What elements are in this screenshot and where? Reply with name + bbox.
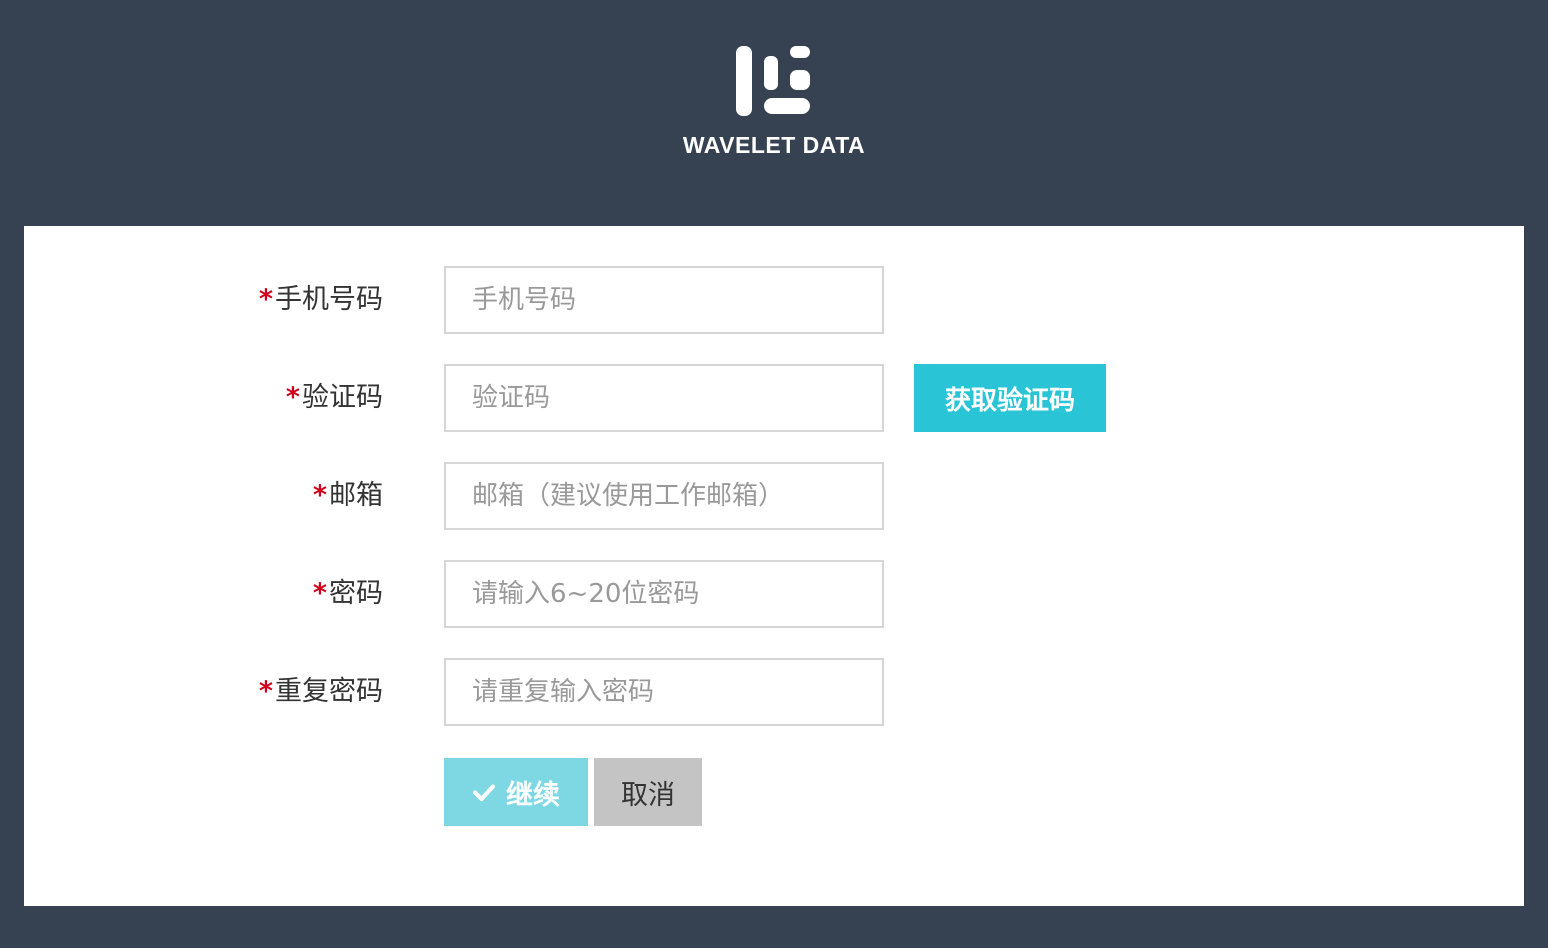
email-row: *邮箱	[24, 462, 1524, 530]
code-label: *验证码	[286, 364, 383, 432]
required-marker: *	[312, 480, 327, 511]
phone-label: *手机号码	[259, 266, 383, 334]
password-input[interactable]	[444, 560, 884, 628]
wavelet-logo-icon	[736, 46, 810, 116]
check-icon	[472, 784, 496, 802]
required-marker: *	[285, 382, 300, 413]
brand-name: WAVELET DATA	[682, 132, 866, 158]
repeat-password-label: *重复密码	[259, 658, 383, 726]
password-row: *密码	[24, 560, 1524, 628]
signup-form-card: *手机号码 *验证码 获取验证码 *邮箱 *密码 *重复密码 继续 取消	[24, 226, 1524, 906]
email-input[interactable]	[444, 462, 884, 530]
header: WAVELET DATA	[0, 0, 1548, 226]
code-row: *验证码 获取验证码	[24, 364, 1524, 432]
required-marker: *	[258, 676, 273, 707]
email-label: *邮箱	[313, 462, 383, 530]
phone-input[interactable]	[444, 266, 884, 334]
password-label-text: 密码	[329, 578, 383, 609]
continue-button[interactable]: 继续	[444, 758, 588, 826]
repeat-password-row: *重复密码	[24, 658, 1524, 726]
password-label: *密码	[313, 560, 383, 628]
required-marker: *	[312, 578, 327, 609]
email-label-text: 邮箱	[329, 480, 383, 511]
get-code-button[interactable]: 获取验证码	[914, 364, 1106, 432]
verification-code-input[interactable]	[444, 364, 884, 432]
phone-label-text: 手机号码	[275, 284, 383, 315]
required-marker: *	[258, 284, 273, 315]
cancel-button[interactable]: 取消	[594, 758, 702, 826]
code-label-text: 验证码	[302, 382, 383, 413]
repeat-password-input[interactable]	[444, 658, 884, 726]
continue-label: 继续	[506, 779, 560, 811]
repeat-password-label-text: 重复密码	[275, 676, 383, 707]
phone-row: *手机号码	[24, 266, 1524, 334]
